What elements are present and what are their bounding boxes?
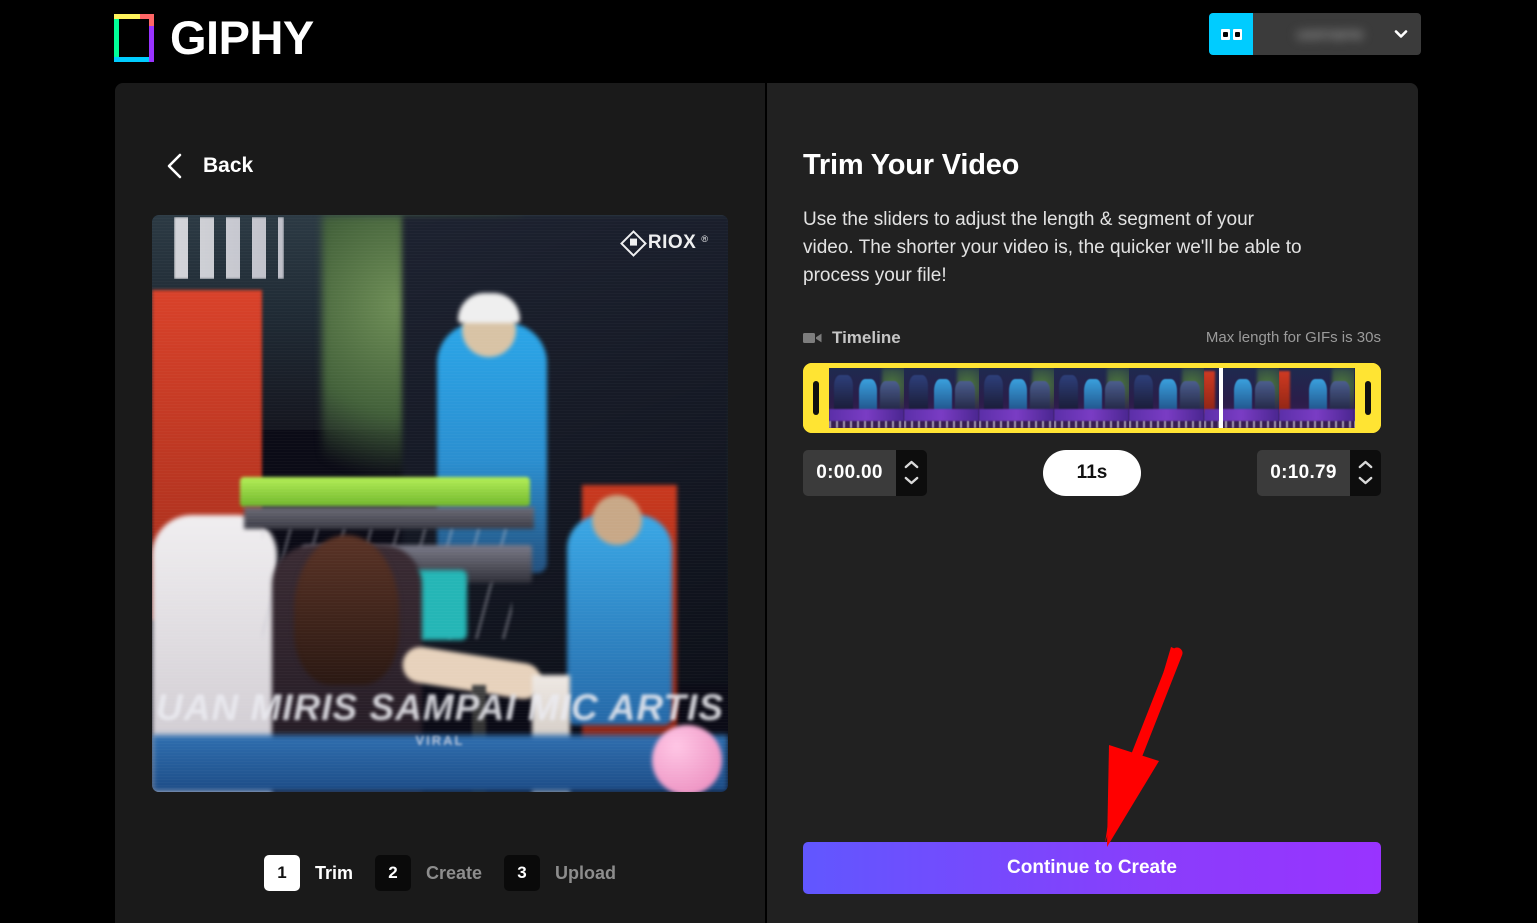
end-time-stepper[interactable]: 0:10.79 [1257,449,1381,496]
trim-handle-left-icon[interactable] [803,362,829,433]
step-upload[interactable]: 3 Upload [504,855,616,891]
panel-description: Use the sliders to adjust the length & s… [803,209,1302,286]
video-camera-icon [803,332,822,343]
step-number: 2 [374,855,411,891]
brand-name: GIPHY [170,10,314,64]
step-label: Create [425,862,483,883]
step-create[interactable]: 2 Create [374,855,483,891]
step-label: Trim [314,862,353,883]
time-controls: 0:00.00 11s 0:10.79 [803,449,1381,496]
video-caption-sub: VIRAL [415,733,465,748]
video-watermark: RIOX ® [619,229,708,257]
timeline-header: Timeline Max length for GIFs is 30s [803,328,1381,348]
start-time-spinner[interactable] [896,449,927,496]
googly-eyes-avatar-icon [1209,13,1253,55]
start-time-field[interactable]: 0:00.00 [803,449,896,496]
chevron-down-icon[interactable] [1358,476,1373,485]
giphy-logo-icon [114,12,154,62]
continue-to-create-button[interactable]: Continue to Create [803,842,1381,894]
page-title: Trim Your Video [803,149,1020,181]
timeline-filmstrip [829,367,1355,428]
timeline-max-note: Max length for GIFs is 30s [1205,329,1381,347]
end-time-spinner[interactable] [1350,449,1381,496]
brand-logo[interactable]: GIPHY [114,12,314,62]
back-button[interactable]: Back [163,151,253,181]
user-menu-box[interactable]: username [1253,13,1421,55]
user-menu[interactable]: username [1209,13,1421,55]
timeline-label: Timeline [832,327,901,347]
video-caption: UAN MIRIS SAMPAI MIC ARTIS [156,687,724,728]
chevron-down-icon [1394,30,1408,38]
chevron-down-icon[interactable] [904,476,919,485]
video-player[interactable]: RIOX ® UAN MIRIS SAMPAI MIC ARTIS VIRAL [152,215,728,792]
step-number: 3 [504,855,541,891]
end-time-field[interactable]: 0:10.79 [1257,449,1350,496]
watermark-text: RIOX [647,232,697,253]
video-preview-panel: Back RIOX ® UAN MIRIS SAMPAI MIC ARTIS V… [115,83,765,923]
chevron-up-icon[interactable] [1358,460,1373,469]
watermark-registered: ® [701,234,708,244]
chevron-left-icon [167,153,182,179]
app-header: GIPHY username [0,0,1537,78]
user-name: username [1296,25,1364,43]
trim-handle-right-icon[interactable] [1355,362,1381,433]
timeline-playhead[interactable] [1219,367,1224,428]
trim-panel: Trim Your Video Use the sliders to adjus… [767,83,1418,923]
step-indicator: 1 Trim 2 Create 3 Upload [115,855,765,891]
timeline-track[interactable] [803,362,1381,433]
riox-diamond-icon [619,229,647,257]
step-trim[interactable]: 1 Trim [263,855,353,891]
duration-badge: 11s [1043,449,1141,496]
start-time-stepper[interactable]: 0:00.00 [803,449,927,496]
chevron-up-icon[interactable] [904,460,919,469]
step-number: 1 [263,855,300,891]
step-label: Upload [555,862,617,883]
back-label: Back [203,154,254,177]
